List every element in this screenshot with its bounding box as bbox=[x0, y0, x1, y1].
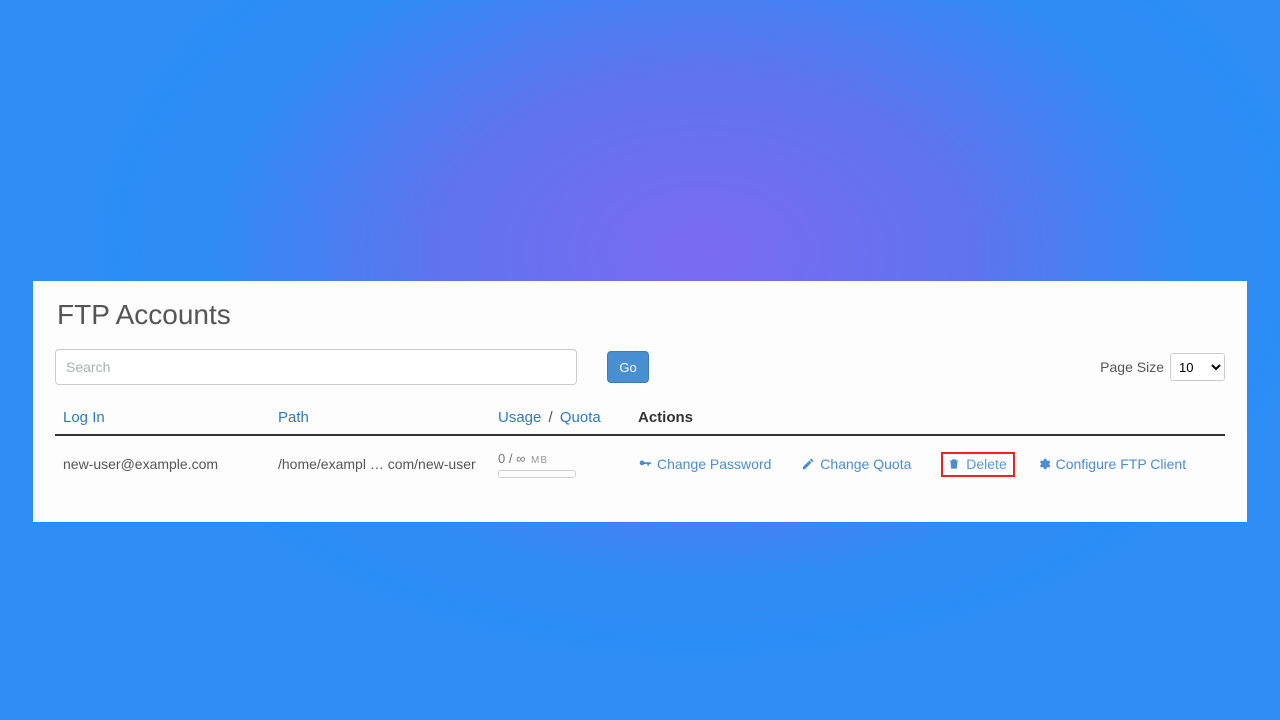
col-usage[interactable]: Usage bbox=[498, 409, 541, 426]
cell-actions: Change Password Change Quota Delete Conf… bbox=[638, 452, 1217, 477]
delete-highlight: Delete bbox=[941, 452, 1014, 477]
panel-title: FTP Accounts bbox=[57, 299, 1225, 331]
col-path[interactable]: Path bbox=[278, 409, 309, 426]
ftp-accounts-panel: FTP Accounts Go Page Size 10 Log In Path… bbox=[33, 281, 1247, 522]
table-header: Log In Path Usage / Quota Actions bbox=[55, 403, 1225, 436]
col-quota[interactable]: Quota bbox=[560, 409, 601, 426]
cell-usage: 0 / ∞ MB bbox=[498, 450, 638, 478]
change-quota-link[interactable]: Change Quota bbox=[801, 456, 911, 472]
col-actions: Actions bbox=[638, 409, 693, 426]
change-password-link[interactable]: Change Password bbox=[638, 456, 771, 472]
col-login[interactable]: Log In bbox=[63, 409, 105, 426]
trash-icon bbox=[947, 457, 961, 471]
go-button[interactable]: Go bbox=[607, 351, 649, 383]
configure-ftp-link[interactable]: Configure FTP Client bbox=[1037, 456, 1186, 472]
controls-row: Go Page Size 10 bbox=[55, 349, 1225, 385]
delete-link[interactable]: Delete bbox=[947, 456, 1006, 472]
key-icon bbox=[638, 457, 652, 471]
search-input[interactable] bbox=[55, 349, 577, 385]
accounts-table: Log In Path Usage / Quota Actions new-us… bbox=[55, 403, 1225, 492]
gear-icon bbox=[1037, 457, 1051, 471]
page-size-label: Page Size bbox=[1100, 359, 1164, 375]
page-size-select[interactable]: 10 bbox=[1170, 353, 1225, 381]
col-sep: / bbox=[549, 409, 553, 426]
usage-bar bbox=[498, 470, 576, 478]
cell-login: new-user@example.com bbox=[63, 456, 278, 472]
pencil-icon bbox=[801, 457, 815, 471]
table-row: new-user@example.com /home/exampl … com/… bbox=[55, 436, 1225, 492]
ellipsis: … bbox=[370, 456, 384, 472]
cell-path: /home/exampl … com/new-user bbox=[278, 456, 498, 472]
